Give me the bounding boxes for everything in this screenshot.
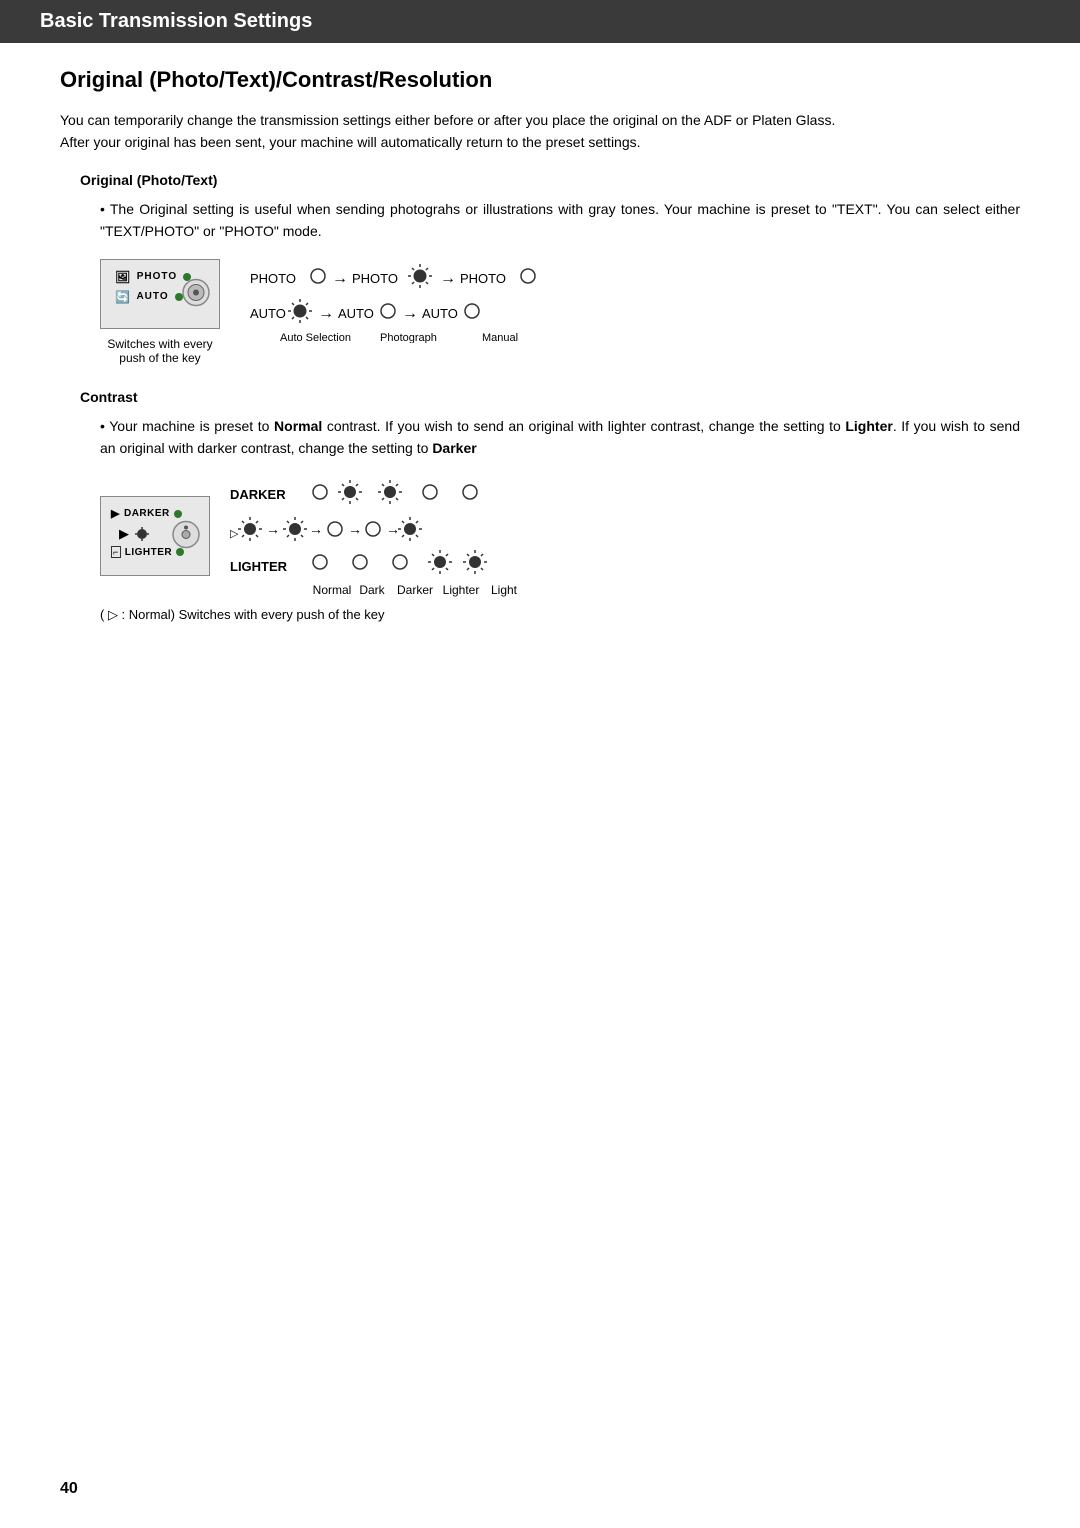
auto-panel-icon: 🔄 [115, 290, 130, 304]
contrast-panel: ▶ DARKER ▶ [100, 496, 210, 576]
page-number: 40 [60, 1480, 78, 1498]
contrast-labels: Normal Dark Darker Lighter Light [312, 583, 730, 597]
svg-text:→: → [309, 521, 323, 537]
label-darker: Darker [392, 583, 438, 597]
svg-text:AUTO: AUTO [250, 306, 286, 321]
svg-text:Manual: Manual [482, 332, 518, 343]
svg-text:PHOTO: PHOTO [250, 271, 296, 286]
photo-flow-svg: PHOTO → PHOTO → PHOTO [250, 263, 670, 343]
bullet-photo: The Original setting is useful when send… [100, 198, 1020, 243]
svg-text:Auto Selection: Auto Selection [280, 332, 351, 343]
label-lighter: Lighter [438, 583, 484, 597]
header-title: Basic Transmission Settings [40, 10, 312, 32]
svg-text:→: → [318, 305, 334, 322]
contrast-flow-svg: DARKER [230, 479, 730, 579]
svg-text:▷: ▷ [230, 528, 239, 540]
svg-text:Photograph: Photograph [380, 332, 437, 343]
svg-text:→: → [266, 521, 280, 537]
label-light: Light [484, 583, 524, 597]
svg-text:AUTO: AUTO [338, 306, 374, 321]
subsection-title-photo: Original (Photo/Text) [60, 172, 1020, 188]
bullet-contrast: Your machine is preset to Normal contras… [100, 415, 1020, 460]
svg-text:→: → [332, 270, 348, 287]
label-normal: Normal [312, 583, 352, 597]
intro-para-1: You can temporarily change the transmiss… [60, 109, 1020, 154]
svg-text:→: → [348, 521, 362, 537]
key-knob [181, 277, 211, 307]
subsection-contrast: Contrast Your machine is preset to Norma… [60, 389, 1020, 624]
subsection-title-contrast: Contrast [60, 389, 1020, 405]
contrast-flow-area: DARKER [230, 475, 730, 597]
svg-text:→: → [402, 305, 418, 322]
label-dark: Dark [352, 583, 392, 597]
photo-label: PHOTO [137, 271, 177, 282]
subsection-photo-text: Original (Photo/Text) The Original setti… [60, 172, 1020, 365]
svg-text:→: → [440, 270, 456, 287]
svg-text:→: → [386, 521, 400, 537]
header-bar: Basic Transmission Settings [0, 0, 1080, 43]
contrast-knob [171, 520, 201, 550]
photo-text-diagram: 🖼 PHOTO 🔄 AUTO [100, 259, 980, 365]
svg-text:DARKER: DARKER [230, 487, 286, 502]
svg-text:PHOTO: PHOTO [460, 271, 506, 286]
contrast-diagram: ▶ DARKER ▶ [100, 475, 980, 597]
contrast-note: ( ▷ : Normal) Switches with every push o… [100, 607, 980, 623]
switches-caption: Switches with every push of the key [105, 337, 215, 365]
section-title: Original (Photo/Text)/Contrast/Resolutio… [60, 67, 1020, 93]
svg-text:AUTO: AUTO [422, 306, 458, 321]
photo-flow: PHOTO → PHOTO → PHOTO [250, 259, 670, 347]
photo-panel-icon: 🖼 [115, 270, 131, 284]
svg-text:PHOTO: PHOTO [352, 271, 398, 286]
darker-led [174, 510, 182, 518]
auto-label: AUTO [136, 291, 168, 302]
svg-text:LIGHTER: LIGHTER [230, 559, 288, 574]
contrast-sun1 [135, 527, 149, 541]
